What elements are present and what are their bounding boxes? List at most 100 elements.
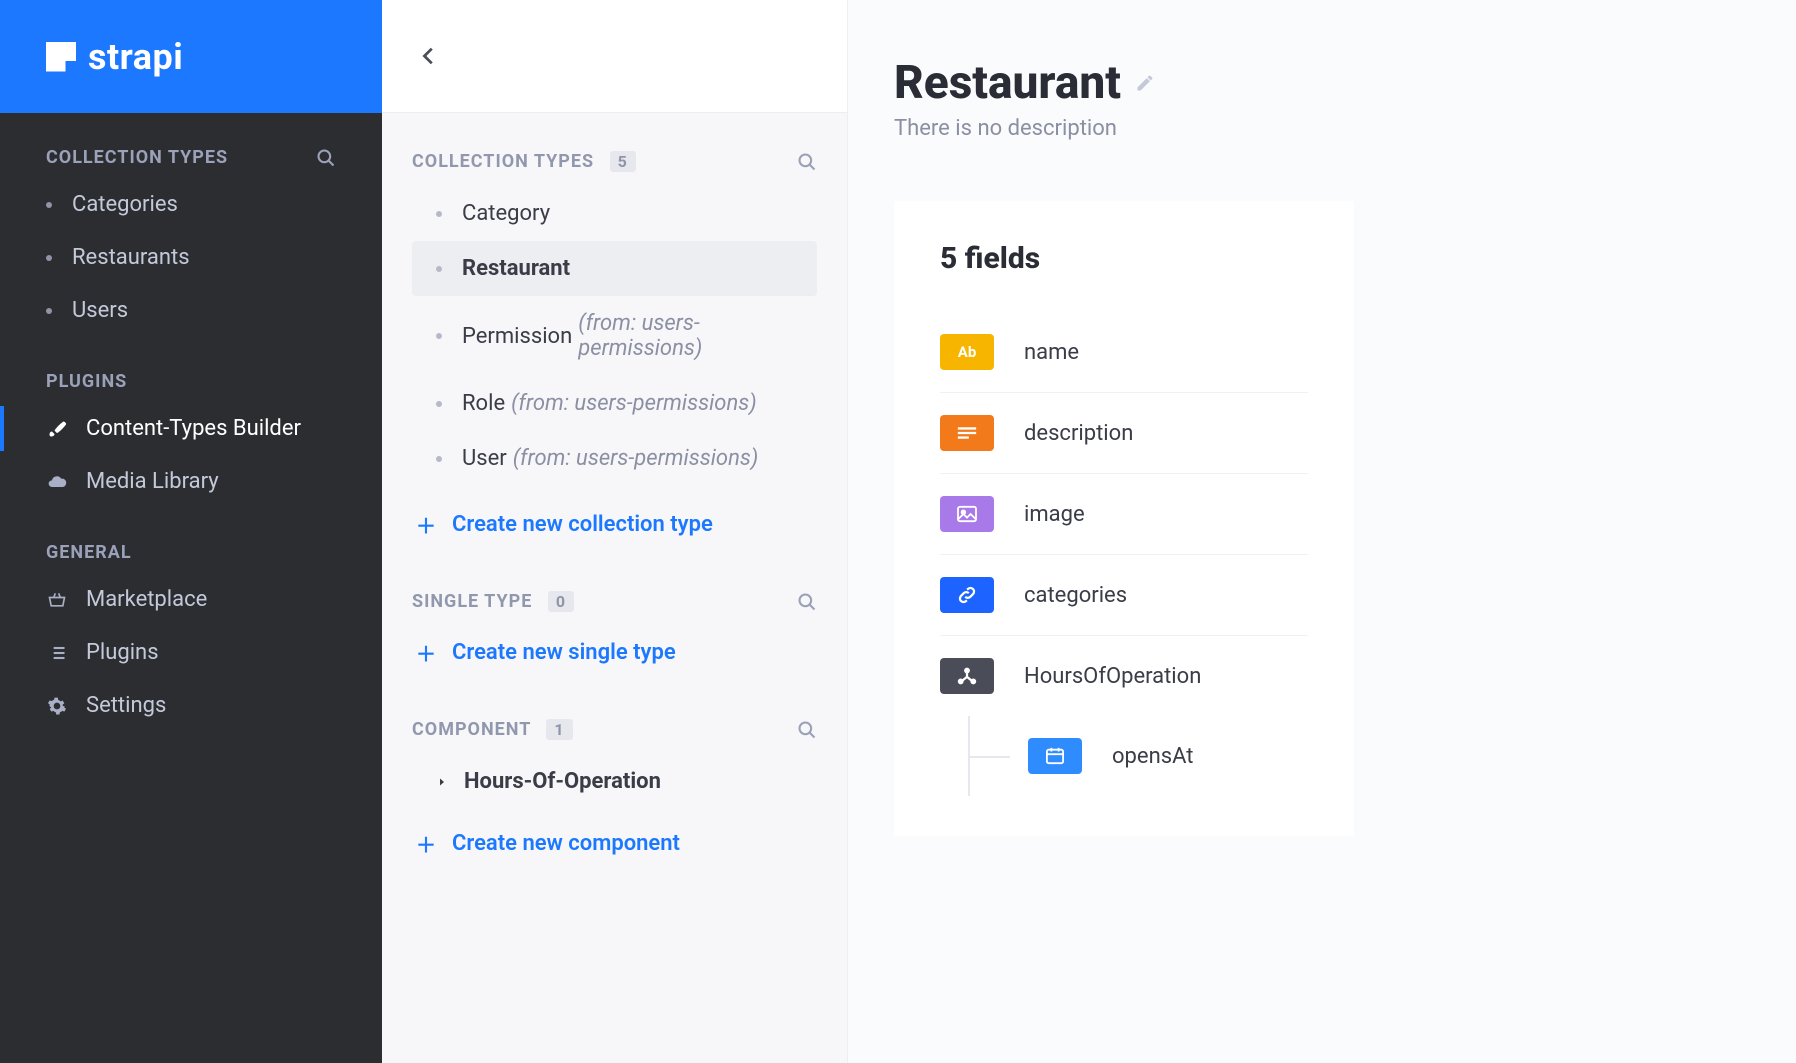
builder-item-permission[interactable]: Permission(from: users-permissions)	[412, 296, 817, 376]
component-field-icon	[940, 658, 994, 694]
sidebar-item-label: Content-Types Builder	[86, 416, 301, 441]
search-icon[interactable]	[797, 720, 817, 740]
create-link-label: Create new collection type	[452, 512, 713, 537]
builder-item-label: Hours-Of-Operation	[464, 769, 661, 794]
builder-item-label: Role	[462, 391, 505, 416]
builder-item-hours-of-operation[interactable]: Hours-Of-Operation	[412, 754, 817, 809]
sidebar-item-label: Media Library	[86, 469, 219, 494]
sidebar-header-collection-types: COLLECTION TYPES	[46, 147, 228, 168]
bullet-icon	[46, 255, 52, 261]
richtext-field-icon	[940, 415, 994, 451]
builder-header-single: SINGLE TYPE 0	[412, 591, 817, 612]
bullet-icon	[46, 308, 52, 314]
plus-icon: ＋	[416, 638, 436, 667]
sidebar-item-plugins[interactable]: Plugins	[24, 626, 358, 679]
sidebar: strapi COLLECTION TYPES Categories Resta…	[0, 0, 382, 1063]
sidebar-item-restaurants[interactable]: Restaurants	[24, 231, 358, 284]
builder-item-label: User	[462, 446, 507, 471]
basket-icon	[46, 590, 68, 610]
sidebar-section-general: GENERAL Marketplace Plugins Settings	[0, 542, 382, 732]
builder-item-label: Restaurant	[462, 256, 570, 281]
sidebar-section-plugins: PLUGINS Content-Types Builder Media Libr…	[0, 371, 382, 508]
field-row-hoursofoperation[interactable]: HoursOfOperation	[940, 636, 1308, 716]
field-row-name[interactable]: Ab name	[940, 312, 1308, 393]
sidebar-item-settings[interactable]: Settings	[24, 679, 358, 732]
bullet-icon	[46, 202, 52, 208]
sidebar-item-label: Categories	[72, 192, 178, 217]
sidebar-item-content-types-builder[interactable]: Content-Types Builder	[24, 402, 358, 455]
builder-component-list: Hours-Of-Operation	[412, 754, 817, 809]
sidebar-item-label: Users	[72, 298, 128, 323]
brand-name: strapi	[88, 36, 183, 78]
builder-section-title: SINGLE TYPE	[412, 591, 532, 612]
builder-section-count: 5	[610, 151, 636, 172]
search-icon[interactable]	[797, 152, 817, 172]
builder-header-component: COMPONENT 1	[412, 719, 817, 740]
bullet-icon	[436, 266, 442, 272]
field-row-opensat[interactable]: opensAt	[1028, 716, 1308, 796]
builder-item-from: (from: users-permissions)	[578, 311, 793, 361]
builder-item-category[interactable]: Category	[412, 186, 817, 241]
field-name-label: categories	[1024, 583, 1127, 608]
bullet-icon	[436, 211, 442, 217]
builder-item-restaurant[interactable]: Restaurant	[412, 241, 817, 296]
sidebar-item-media-library[interactable]: Media Library	[24, 455, 358, 508]
sidebar-item-label: Plugins	[86, 640, 159, 665]
caret-right-icon	[436, 776, 446, 788]
builder-topbar	[382, 0, 847, 113]
nested-fields: opensAt	[968, 716, 1308, 796]
pencil-icon[interactable]	[1135, 73, 1155, 93]
field-row-description[interactable]: description	[940, 393, 1308, 474]
brand-mark-icon	[46, 42, 76, 72]
builder-section-title: COMPONENT	[412, 719, 531, 740]
plus-icon: ＋	[416, 510, 436, 539]
fields-card: 5 fields Ab name description image categ…	[894, 201, 1354, 836]
text-field-icon: Ab	[940, 334, 994, 370]
fields-count: 5 fields	[940, 241, 1308, 276]
date-field-icon	[1028, 738, 1082, 774]
detail-title: Restaurant	[894, 56, 1121, 110]
sidebar-item-label: Settings	[86, 693, 166, 718]
builder-section-count: 1	[546, 719, 572, 740]
builder-collection-list: Category Restaurant Permission(from: use…	[412, 186, 817, 486]
builder-item-label: Permission	[462, 324, 572, 349]
sidebar-section-collection-types: COLLECTION TYPES Categories Restaurants …	[0, 147, 382, 337]
field-name-label: HoursOfOperation	[1024, 664, 1201, 689]
back-button[interactable]	[416, 43, 442, 69]
sidebar-item-categories[interactable]: Categories	[24, 178, 358, 231]
field-row-categories[interactable]: categories	[940, 555, 1308, 636]
create-link-label: Create new component	[452, 831, 680, 856]
list-icon	[46, 643, 68, 663]
create-link-label: Create new single type	[452, 640, 676, 665]
create-component-button[interactable]: ＋ Create new component	[412, 817, 817, 870]
sidebar-item-label: Marketplace	[86, 587, 207, 612]
field-row-image[interactable]: image	[940, 474, 1308, 555]
sidebar-item-label: Restaurants	[72, 245, 190, 270]
search-icon[interactable]	[797, 592, 817, 612]
builder-item-user[interactable]: User(from: users-permissions)	[412, 431, 817, 486]
sidebar-header-plugins: PLUGINS	[46, 371, 127, 392]
builder-header-collection: COLLECTION TYPES 5	[412, 151, 817, 172]
relation-field-icon	[940, 577, 994, 613]
brand-logo[interactable]: strapi	[0, 0, 382, 113]
field-name-label: image	[1024, 502, 1085, 527]
builder-section-count: 0	[548, 591, 574, 612]
bullet-icon	[436, 333, 442, 339]
sidebar-header-general: GENERAL	[46, 542, 132, 563]
detail-panel: Restaurant There is no description 5 fie…	[848, 0, 1796, 1063]
plus-icon: ＋	[416, 829, 436, 858]
media-field-icon	[940, 496, 994, 532]
sidebar-item-marketplace[interactable]: Marketplace	[24, 573, 358, 626]
builder-item-role[interactable]: Role(from: users-permissions)	[412, 376, 817, 431]
field-name-label: description	[1024, 421, 1133, 446]
bullet-icon	[436, 401, 442, 407]
builder-item-label: Category	[462, 201, 550, 226]
create-single-type-button[interactable]: ＋ Create new single type	[412, 626, 817, 679]
sidebar-item-users[interactable]: Users	[24, 284, 358, 337]
builder-item-from: (from: users-permissions)	[513, 446, 759, 471]
search-icon[interactable]	[316, 148, 336, 168]
field-name-label: name	[1024, 340, 1079, 365]
paintbrush-icon	[46, 419, 68, 439]
create-collection-type-button[interactable]: ＋ Create new collection type	[412, 498, 817, 551]
bullet-icon	[436, 456, 442, 462]
